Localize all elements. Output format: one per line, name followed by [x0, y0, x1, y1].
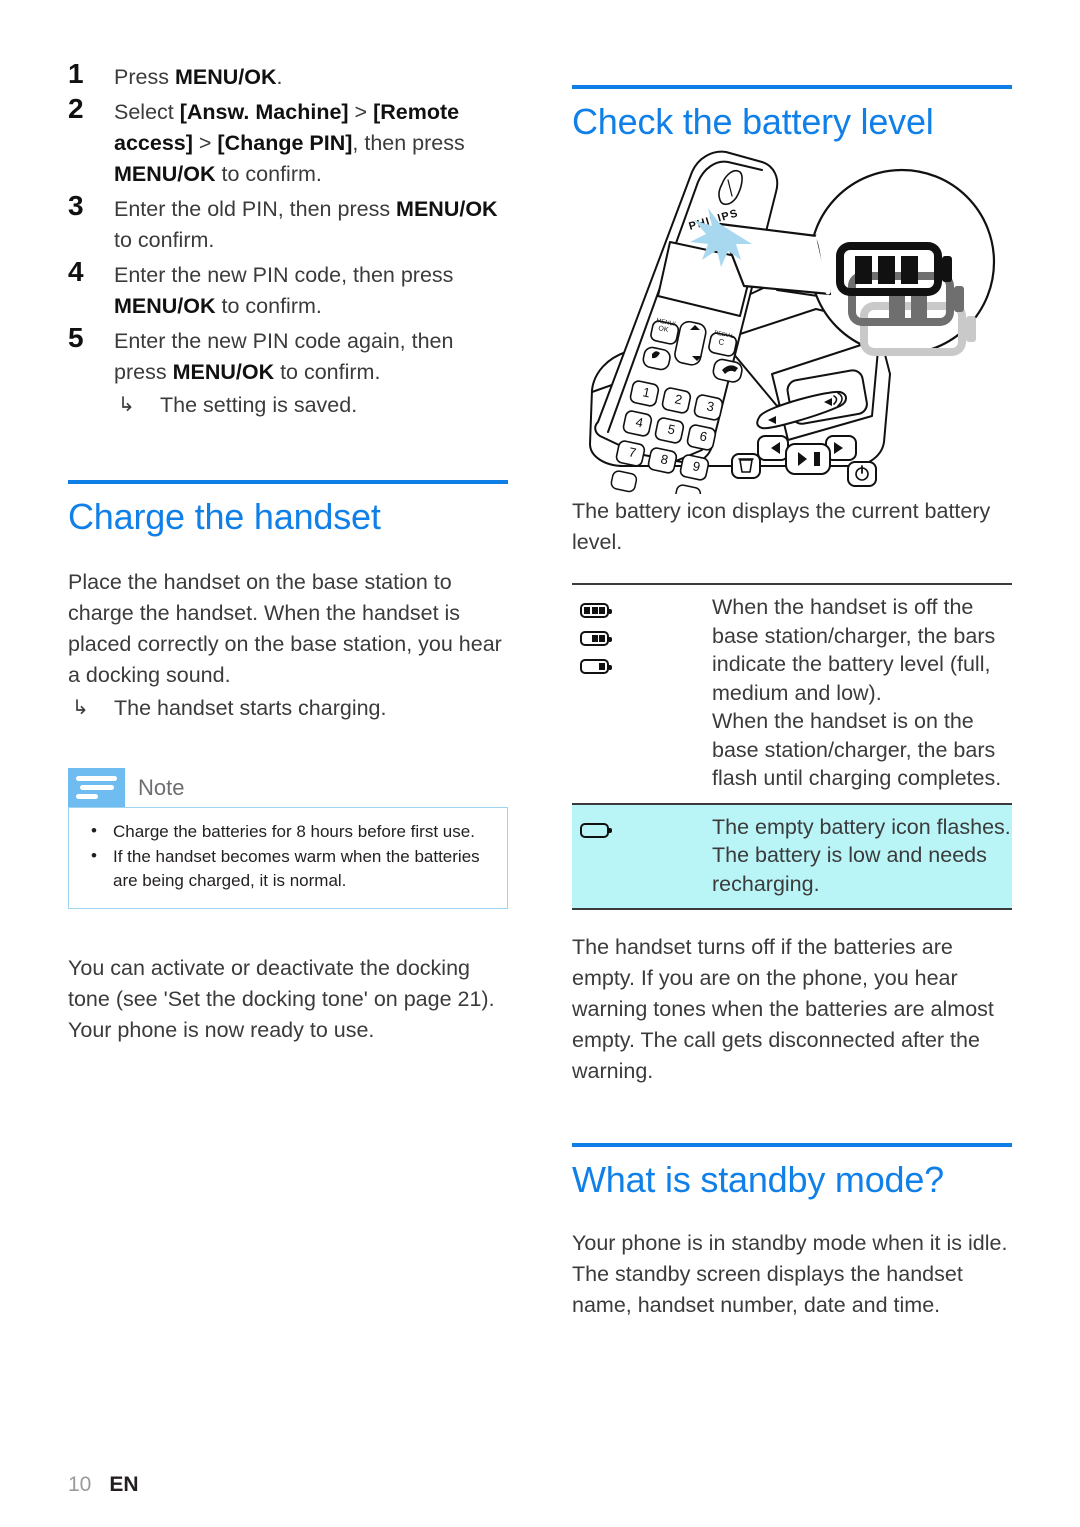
- battery-icon-cell: [572, 584, 712, 804]
- battery-level-section: Check the battery level MENU/ OK REDIAL …: [572, 85, 1012, 1087]
- charge-handset-heading: Charge the handset: [68, 496, 381, 537]
- note-list-item: Charge the batteries for 8 hours before …: [83, 819, 493, 844]
- battery-off-base-text: When the handset is off the base station…: [712, 595, 1002, 790]
- charging-result: ↳ The handset starts charging.: [68, 693, 508, 724]
- step-number: 4: [68, 256, 84, 287]
- step-text: Enter the new PIN code again, then press…: [114, 329, 454, 384]
- page-number: 10: [68, 1473, 92, 1496]
- handset-on-base-illustration: PHILIPS MENU/ OK REDIAL C: [572, 144, 1012, 494]
- step-text: Enter the old PIN, then press MENU/OK to…: [114, 197, 498, 252]
- step-result-text: The setting is saved.: [160, 393, 358, 417]
- step-item: 5 Enter the new PIN code again, then pre…: [68, 322, 508, 421]
- result-arrow-icon: ↳: [118, 394, 135, 416]
- battery-intro-paragraph: The battery icon displays the current ba…: [572, 499, 991, 554]
- battery-medium-icon: [580, 631, 612, 646]
- battery-icon-cell: [572, 804, 712, 910]
- step-number: 5: [68, 322, 84, 353]
- left-column: 1 Press MENU/OK. 2 Select [Answ. Machine…: [68, 58, 508, 1046]
- section-rule: [68, 480, 508, 484]
- result-arrow-icon: ↳: [72, 697, 89, 719]
- step-number: 2: [68, 93, 84, 124]
- right-column: Check the battery level MENU/ OK REDIAL …: [572, 85, 1012, 1321]
- note-list: Charge the batteries for 8 hours before …: [83, 819, 493, 893]
- note-tab: Note: [68, 768, 508, 807]
- standby-mode-section: What is standby mode? Your phone is in s…: [572, 1143, 1012, 1321]
- table-row: When the handset is off the base station…: [572, 584, 1012, 804]
- standby-mode-paragraph: Your phone is in standby mode when it is…: [572, 1231, 1008, 1317]
- charging-result-text: The handset starts charging.: [114, 696, 387, 720]
- battery-low-icon: [580, 659, 612, 674]
- battery-empty-text: The empty battery icon flashes. The batt…: [712, 814, 1011, 896]
- closing-paragraph: You can activate or deactivate the docki…: [68, 956, 495, 1042]
- step-text: Select [Answ. Machine] > [Remote access]…: [114, 100, 465, 186]
- note-lines-icon: [68, 768, 125, 807]
- section-rule: [572, 1143, 1012, 1147]
- step-text: Press MENU/OK.: [114, 65, 283, 89]
- battery-outro-paragraph: The handset turns off if the batteries a…: [572, 935, 994, 1083]
- table-row: The empty battery icon flashes. The batt…: [572, 803, 1012, 910]
- step-number: 3: [68, 190, 84, 221]
- note-box: Note Charge the batteries for 8 hours be…: [68, 768, 508, 909]
- note-list-item: If the handset becomes warm when the bat…: [83, 844, 493, 893]
- pin-change-steps: 1 Press MENU/OK. 2 Select [Answ. Machine…: [68, 58, 508, 421]
- step-item: 2 Select [Answ. Machine] > [Remote acces…: [68, 93, 508, 190]
- step-result: ↳ The setting is saved.: [114, 390, 508, 421]
- battery-full-icon: [580, 603, 612, 618]
- charge-handset-section: Charge the handset Place the handset on …: [68, 480, 508, 724]
- page-language: EN: [109, 1473, 139, 1496]
- step-text: Enter the new PIN code, then press MENU/…: [114, 263, 454, 318]
- note-title: Note: [138, 775, 185, 800]
- standby-mode-heading: What is standby mode?: [572, 1159, 944, 1200]
- page-footer: 10 EN: [68, 1473, 139, 1497]
- step-number: 1: [68, 58, 84, 89]
- section-rule: [572, 85, 1012, 89]
- charge-handset-paragraph: Place the handset on the base station to…: [68, 570, 502, 687]
- battery-description-cell: The empty battery icon flashes. The batt…: [712, 804, 1012, 910]
- note-body: Charge the batteries for 8 hours before …: [68, 807, 508, 909]
- step-item: 1 Press MENU/OK.: [68, 58, 508, 93]
- battery-description-cell: When the handset is off the base station…: [712, 584, 1012, 804]
- battery-empty-icon: [580, 822, 612, 838]
- manual-page: 1 Press MENU/OK. 2 Select [Answ. Machine…: [0, 0, 1080, 1527]
- step-item: 4 Enter the new PIN code, then press MEN…: [68, 256, 508, 322]
- battery-level-heading: Check the battery level: [572, 101, 934, 142]
- battery-level-table: When the handset is off the base station…: [572, 583, 1012, 910]
- step-item: 3 Enter the old PIN, then press MENU/OK …: [68, 190, 508, 256]
